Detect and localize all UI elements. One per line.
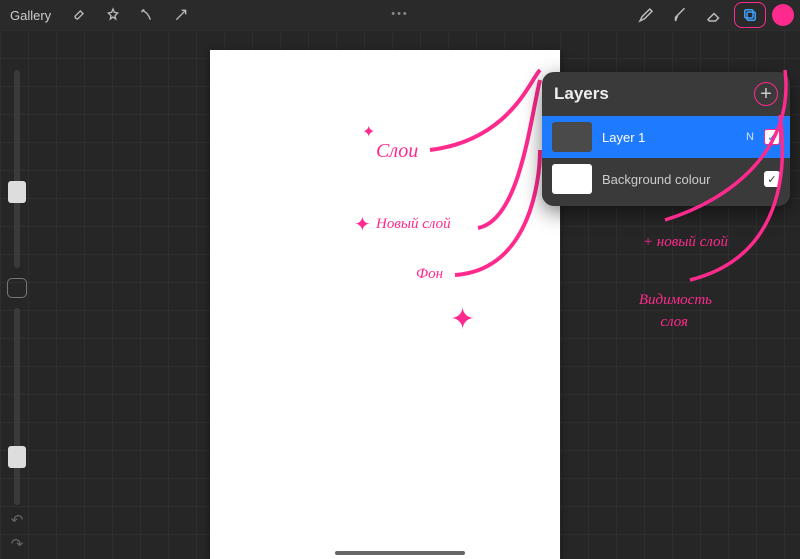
gallery-button[interactable]: Gallery: [6, 8, 55, 23]
opacity-slider[interactable]: [14, 308, 20, 506]
topbar-left: Gallery: [6, 3, 195, 27]
stage: ↶ ↷ ✦ Слои ✦ Новый слой Фон ✦ Layers + L…: [0, 30, 800, 559]
brush-icon[interactable]: [632, 3, 660, 27]
brush-size-slider[interactable]: [14, 70, 20, 268]
eraser-icon[interactable]: [700, 3, 728, 27]
undo-redo-group: ↶ ↷: [11, 511, 24, 553]
layers-icon[interactable]: [734, 2, 766, 28]
topbar: Gallery •••: [0, 0, 800, 30]
annotation-strokes: [210, 50, 560, 450]
topbar-right: [632, 2, 794, 28]
annotation-visibility-2: слоя: [660, 314, 688, 331]
selection-icon[interactable]: [133, 3, 161, 27]
annotation-visibility-1: Видимость: [639, 292, 712, 309]
undo-button[interactable]: ↶: [11, 511, 24, 529]
redo-button[interactable]: ↷: [11, 535, 24, 553]
left-toolbar: ↶ ↷: [4, 70, 30, 553]
canvas[interactable]: ✦ Слои ✦ Новый слой Фон ✦: [210, 50, 560, 559]
home-indicator: [335, 551, 465, 555]
transform-icon[interactable]: [167, 3, 195, 27]
annotation-new-layer: + новый слой: [643, 234, 728, 251]
smudge-icon[interactable]: [666, 3, 694, 27]
adjustments-icon[interactable]: [99, 3, 127, 27]
modify-button[interactable]: [7, 278, 27, 298]
modify-menu-icon[interactable]: •••: [391, 8, 409, 20]
color-picker-button[interactable]: [772, 4, 794, 26]
actions-icon[interactable]: [65, 3, 93, 27]
opacity-thumb[interactable]: [8, 446, 26, 468]
brush-size-thumb[interactable]: [8, 181, 26, 203]
